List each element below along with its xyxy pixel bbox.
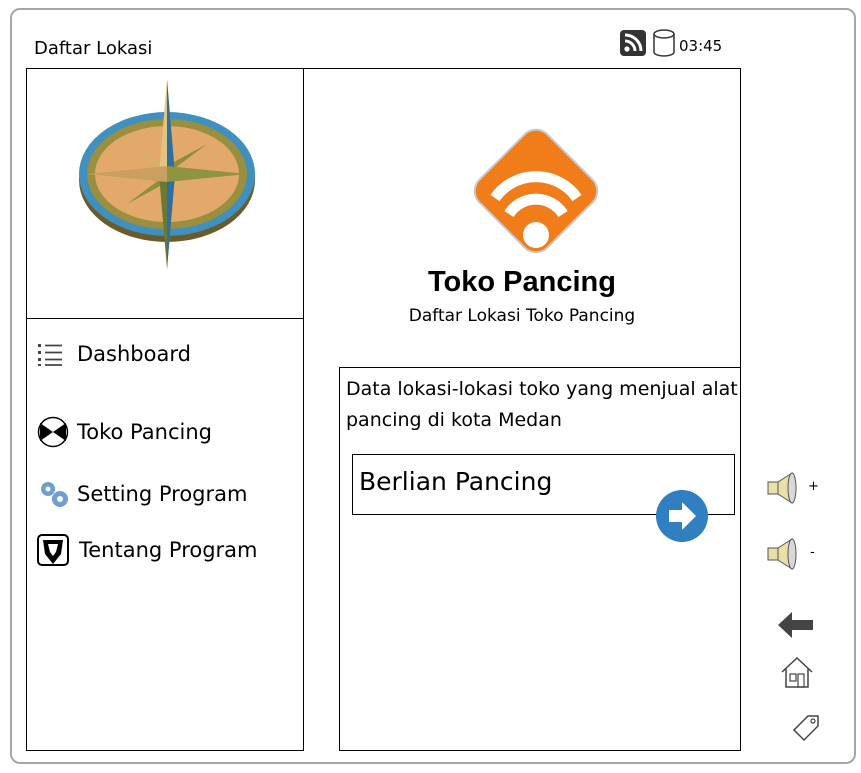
wifi-app-logo-icon <box>473 128 599 254</box>
arrow-left-icon <box>778 612 813 638</box>
speaker-icon <box>767 472 797 504</box>
arrow-right-go-button[interactable] <box>655 489 709 543</box>
location-name: Berlian Pancing <box>359 467 553 496</box>
speaker-icon <box>767 538 797 570</box>
sidebar: Dashboard Toko Pancing Setting Program T… <box>26 68 304 751</box>
rss-icon <box>620 30 646 56</box>
home-button[interactable] <box>780 655 814 693</box>
tag-icon <box>792 715 819 742</box>
database-icon <box>653 29 675 57</box>
status-bar: 03:45 <box>620 28 722 58</box>
list-icon <box>37 341 77 367</box>
sidebar-item-label: Dashboard <box>77 342 191 366</box>
home-icon <box>781 656 813 688</box>
sidebar-item-setting-program[interactable]: Setting Program <box>37 479 247 509</box>
compass-logo-icon <box>79 79 255 269</box>
shield-icon <box>37 534 79 566</box>
volume-up-label: + <box>808 479 819 494</box>
volume-down-button[interactable]: - <box>766 537 815 575</box>
sidebar-item-dashboard[interactable]: Dashboard <box>37 341 191 367</box>
volume-down-label: - <box>810 545 815 560</box>
bowtie-icon <box>37 416 77 448</box>
sidebar-item-tentang-program[interactable]: Tentang Program <box>37 534 258 566</box>
app-title: Toko Pancing <box>428 266 616 298</box>
tag-button[interactable] <box>792 714 820 746</box>
sidebar-item-label: Tentang Program <box>79 538 258 562</box>
sidebar-item-toko-pancing[interactable]: Toko Pancing <box>37 416 212 448</box>
compass-logo-area <box>27 69 303 319</box>
content-panel: Data lokasi-lokasi toko yang menjual ala… <box>339 367 741 751</box>
volume-up-button[interactable]: + <box>766 471 819 509</box>
gears-icon <box>37 479 77 509</box>
content-description: Data lokasi-lokasi toko yang menjual ala… <box>346 378 738 431</box>
sidebar-item-label: Toko Pancing <box>77 420 212 444</box>
window-title: Daftar Lokasi <box>34 38 153 59</box>
sidebar-item-label: Setting Program <box>77 482 248 506</box>
back-button[interactable] <box>778 612 814 642</box>
status-time: 03:45 <box>679 37 723 55</box>
app-subtitle: Daftar Lokasi Toko Pancing <box>408 306 636 326</box>
